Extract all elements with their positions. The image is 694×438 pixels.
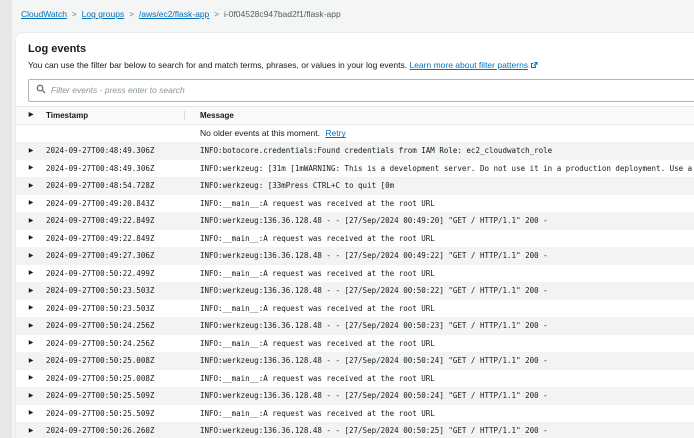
row-message: INFO:werkzeug:136.36.128.48 - - [27/Sep/… [184, 426, 694, 435]
expand-row-icon[interactable]: ▶ [29, 393, 34, 399]
no-older-events-text: No older events at this moment. [200, 128, 320, 138]
expand-row-icon[interactable]: ▶ [29, 183, 34, 189]
external-link-icon [530, 61, 538, 72]
column-header-timestamp: Timestamp [46, 111, 184, 120]
row-timestamp: 2024-09-27T00:48:49.306Z [46, 146, 184, 155]
column-header-message: Message [184, 111, 694, 120]
expand-row-icon[interactable]: ▶ [29, 305, 34, 311]
row-message: INFO:werkzeug: [31m [1mWARNING: This is … [184, 164, 694, 173]
right-triangle-icon: ▶ [29, 112, 34, 118]
expand-row-icon[interactable]: ▶ [29, 375, 34, 381]
row-message: INFO:__main__:A request was received at … [184, 199, 694, 208]
table-row: ▶ 2024-09-27T00:48:49.306Z INFO:botocore… [16, 142, 694, 160]
row-message: INFO:werkzeug:136.36.128.48 - - [27/Sep/… [184, 356, 694, 365]
row-timestamp: 2024-09-27T00:50:25.509Z [46, 409, 184, 418]
table-row: ▶ 2024-09-27T00:49:22.849Z INFO:__main__… [16, 230, 694, 248]
table-row: ▶ 2024-09-27T00:48:49.306Z INFO:werkzeug… [16, 160, 694, 178]
filter-events-input[interactable] [51, 85, 694, 95]
expand-row-icon[interactable]: ▶ [29, 410, 34, 416]
row-timestamp: 2024-09-27T00:49:22.849Z [46, 216, 184, 225]
breadcrumb: CloudWatch > Log groups > /aws/ec2/flask-app… [21, 9, 341, 19]
expand-row-icon[interactable]: ▶ [29, 148, 34, 154]
row-message: INFO:__main__:A request was received at … [184, 339, 694, 348]
panel-description: You can use the filter bar below to sear… [28, 60, 694, 72]
row-message: INFO:werkzeug:136.36.128.48 - - [27/Sep/… [184, 251, 694, 260]
table-row: ▶ 2024-09-27T00:50:23.503Z INFO:werkzeug… [16, 282, 694, 300]
learn-more-link[interactable]: Learn more about filter patterns [409, 60, 538, 70]
expand-row-icon[interactable]: ▶ [29, 200, 34, 206]
page-title: Log events [28, 43, 694, 55]
log-events-table: ▶ Timestamp Message No older events at t… [16, 106, 694, 438]
table-row: ▶ 2024-09-27T00:50:23.503Z INFO:__main__… [16, 300, 694, 318]
row-timestamp: 2024-09-27T00:49:22.849Z [46, 234, 184, 243]
row-timestamp: 2024-09-27T00:48:49.306Z [46, 164, 184, 173]
breadcrumb-link[interactable]: CloudWatch [21, 9, 67, 19]
table-row: ▶ 2024-09-27T00:50:25.008Z INFO:werkzeug… [16, 352, 694, 370]
table-row: ▶ 2024-09-27T00:49:20.843Z INFO:__main__… [16, 195, 694, 213]
left-gutter [0, 0, 12, 438]
expand-row-icon[interactable]: ▶ [29, 235, 34, 241]
chevron-right-icon: > [72, 10, 77, 19]
expand-row-icon[interactable]: ▶ [29, 270, 34, 276]
table-row: ▶ 2024-09-27T00:49:27.306Z INFO:werkzeug… [16, 247, 694, 265]
row-timestamp: 2024-09-27T00:50:25.008Z [46, 356, 184, 365]
row-message: INFO:werkzeug:136.36.128.48 - - [27/Sep/… [184, 216, 694, 225]
chevron-right-icon: > [129, 10, 134, 19]
row-message: INFO:botocore.credentials:Found credenti… [184, 146, 694, 155]
table-row: ▶ 2024-09-27T00:50:22.499Z INFO:__main__… [16, 265, 694, 283]
panel-description-text: You can use the filter bar below to sear… [28, 60, 407, 70]
row-timestamp: 2024-09-27T00:50:25.008Z [46, 374, 184, 383]
header-expand-cell: ▶ [16, 112, 46, 118]
row-message: INFO:werkzeug: [33mPress CTRL+C to quit … [184, 181, 694, 190]
table-row: ▶ 2024-09-27T00:50:24.256Z INFO:__main__… [16, 335, 694, 353]
row-message: INFO:__main__:A request was received at … [184, 409, 694, 418]
row-message: INFO:__main__:A request was received at … [184, 234, 694, 243]
table-row: ▶ 2024-09-27T00:50:25.509Z INFO:__main__… [16, 405, 694, 423]
expand-row-icon[interactable]: ▶ [29, 165, 34, 171]
log-events-panel: Log events You can use the filter bar be… [15, 32, 694, 438]
expand-row-icon[interactable]: ▶ [29, 323, 34, 329]
row-message: INFO:werkzeug:136.36.128.48 - - [27/Sep/… [184, 321, 694, 330]
expand-row-icon[interactable]: ▶ [29, 340, 34, 346]
expand-row-icon[interactable]: ▶ [29, 288, 34, 294]
row-timestamp: 2024-09-27T00:48:54.728Z [46, 181, 184, 190]
row-timestamp: 2024-09-27T00:50:24.256Z [46, 339, 184, 348]
table-row: ▶ 2024-09-27T00:50:25.509Z INFO:werkzeug… [16, 387, 694, 405]
table-row: ▶ 2024-09-27T00:50:24.256Z INFO:werkzeug… [16, 317, 694, 335]
table-row: ▶ 2024-09-27T00:50:25.008Z INFO:__main__… [16, 370, 694, 388]
chevron-right-icon: > [214, 10, 219, 19]
breadcrumb-link[interactable]: /aws/ec2/flask-app [139, 9, 209, 19]
row-timestamp: 2024-09-27T00:49:20.843Z [46, 199, 184, 208]
row-timestamp: 2024-09-27T00:49:27.306Z [46, 251, 184, 260]
log-table-body: No older events at this moment. Retry ▶ … [16, 125, 694, 438]
row-timestamp: 2024-09-27T00:50:25.509Z [46, 391, 184, 400]
expand-row-icon[interactable]: ▶ [29, 253, 34, 259]
row-message: INFO:__main__:A request was received at … [184, 269, 694, 278]
row-timestamp: 2024-09-27T00:50:23.503Z [46, 286, 184, 295]
row-message: INFO:__main__:A request was received at … [184, 374, 694, 383]
search-icon [36, 81, 46, 99]
breadcrumb-link[interactable]: Log groups [82, 9, 125, 19]
expand-row-icon[interactable]: ▶ [29, 358, 34, 364]
row-message: INFO:werkzeug:136.36.128.48 - - [27/Sep/… [184, 286, 694, 295]
row-message: INFO:__main__:A request was received at … [184, 304, 694, 313]
no-older-events-row: No older events at this moment. Retry [16, 125, 694, 143]
table-row: ▶ 2024-09-27T00:50:26.260Z INFO:werkzeug… [16, 422, 694, 438]
row-message: INFO:werkzeug:136.36.128.48 - - [27/Sep/… [184, 391, 694, 400]
breadcrumb-current: i-0f04528c947bad2f1/flask-app [224, 9, 341, 19]
retry-link[interactable]: Retry [325, 128, 345, 138]
panel-header: Log events You can use the filter bar be… [16, 33, 694, 72]
filter-bar [28, 79, 694, 102]
table-header-row: ▶ Timestamp Message [16, 106, 694, 125]
row-timestamp: 2024-09-27T00:50:26.260Z [46, 426, 184, 435]
table-row: ▶ 2024-09-27T00:49:22.849Z INFO:werkzeug… [16, 212, 694, 230]
row-timestamp: 2024-09-27T00:50:24.256Z [46, 321, 184, 330]
expand-row-icon[interactable]: ▶ [29, 218, 34, 224]
row-timestamp: 2024-09-27T00:50:23.503Z [46, 304, 184, 313]
expand-row-icon[interactable]: ▶ [29, 428, 34, 434]
table-row: ▶ 2024-09-27T00:48:54.728Z INFO:werkzeug… [16, 177, 694, 195]
row-timestamp: 2024-09-27T00:50:22.499Z [46, 269, 184, 278]
